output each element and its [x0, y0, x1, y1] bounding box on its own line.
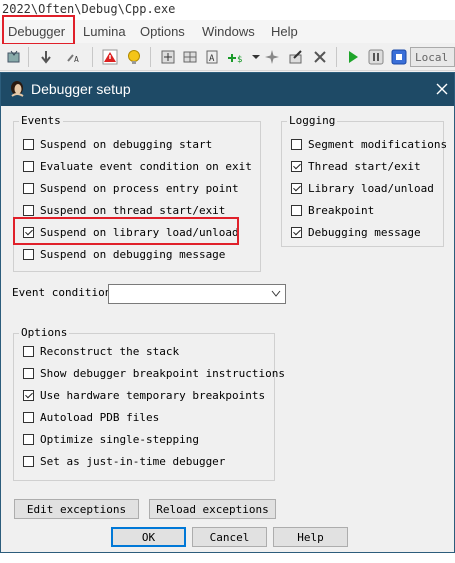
checkbox-box[interactable] — [23, 433, 34, 445]
down-arrow-icon[interactable] — [36, 47, 56, 67]
menu-options[interactable]: Options — [140, 24, 185, 39]
app-title: 2022\Often\Debug\Cpp.exe — [2, 2, 176, 16]
toolbar: A A $ — [0, 44, 455, 71]
suspend-entry-point-checkbox[interactable]: Suspend on process entry point — [23, 180, 239, 196]
logging-group-label: Logging — [287, 114, 338, 127]
add-breakpoint-icon[interactable] — [158, 47, 178, 67]
checkbox-box[interactable] — [291, 182, 302, 194]
toolbar-separator — [150, 47, 151, 67]
debugger-setup-dialog: Debugger setup Events Suspend on debuggi… — [0, 72, 455, 553]
toolbar-separator — [92, 47, 93, 67]
log-segment-checkbox[interactable]: Segment modifications — [291, 136, 447, 152]
log-debug-message-checkbox[interactable]: Debugging message — [291, 224, 421, 240]
reload-exceptions-button[interactable]: Reload exceptions — [149, 499, 276, 519]
checkbox-box[interactable] — [291, 204, 302, 216]
menu-windows[interactable]: Windows — [202, 24, 255, 39]
checkbox-box[interactable] — [23, 367, 34, 379]
svg-text:A: A — [209, 54, 215, 64]
autoload-pdb-checkbox[interactable]: Autoload PDB files — [23, 409, 159, 425]
menu-lumina[interactable]: Lumina — [83, 24, 126, 39]
dialog-title: Debugger setup — [31, 81, 131, 97]
log-thread-checkbox[interactable]: Thread start/exit — [291, 158, 421, 174]
text-icon[interactable]: A — [202, 47, 222, 67]
checkbox-box[interactable] — [23, 345, 34, 357]
pause-icon[interactable] — [366, 47, 386, 67]
dialog-title-bar: Debugger setup — [1, 73, 454, 106]
background-output-strip — [0, 553, 455, 563]
checkbox-box[interactable] — [23, 455, 34, 467]
events-group-label: Events — [19, 114, 63, 127]
event-condition-label: Event condition — [12, 286, 112, 299]
event-condition-select[interactable] — [108, 284, 286, 304]
grid-icon[interactable] — [180, 47, 200, 67]
chevron-down-icon — [271, 290, 281, 297]
step-into-icon[interactable] — [4, 47, 24, 67]
show-bp-instructions-checkbox[interactable]: Show debugger breakpoint instructions — [23, 365, 285, 381]
hardware-bp-checkbox[interactable]: Use hardware temporary breakpoints — [23, 387, 265, 403]
suspend-debug-message-checkbox[interactable]: Suspend on debugging message — [23, 246, 225, 262]
jit-debugger-checkbox[interactable]: Set as just-in-time debugger — [23, 453, 225, 469]
toolbar-separator — [28, 47, 29, 67]
checkbox-box[interactable] — [23, 160, 34, 172]
ok-button[interactable]: OK — [111, 527, 186, 547]
svg-text:A: A — [74, 55, 79, 64]
sparkle-icon[interactable] — [262, 47, 282, 67]
delete-icon[interactable] — [310, 47, 330, 67]
suspend-debug-start-checkbox[interactable]: Suspend on debugging start — [23, 136, 212, 152]
help-button[interactable]: Help — [273, 527, 348, 547]
menu-help[interactable]: Help — [271, 24, 298, 39]
toolbar-separator — [336, 47, 337, 67]
checkbox-box[interactable] — [23, 411, 34, 423]
checkbox-box[interactable] — [291, 138, 302, 150]
checkbox-box[interactable] — [291, 226, 302, 238]
stop-icon[interactable] — [389, 47, 409, 67]
debugger-menu-highlight — [2, 15, 75, 45]
log-library-checkbox[interactable]: Library load/unload — [291, 180, 434, 196]
checkbox-box[interactable] — [23, 182, 34, 194]
optimize-stepping-checkbox[interactable]: Optimize single-stepping — [23, 431, 199, 447]
run-to-cursor-icon[interactable]: A — [64, 47, 84, 67]
svg-text:$: $ — [237, 55, 242, 65]
reconstruct-stack-checkbox[interactable]: Reconstruct the stack — [23, 343, 179, 359]
checkbox-box[interactable] — [291, 160, 302, 172]
edit-exceptions-button[interactable]: Edit exceptions — [14, 499, 139, 519]
checkbox-box[interactable] — [23, 138, 34, 150]
evaluate-event-condition-checkbox[interactable]: Evaluate event condition on exit — [23, 158, 252, 174]
close-icon[interactable] — [433, 80, 451, 98]
suspend-thread-checkbox[interactable]: Suspend on thread start/exit — [23, 202, 225, 218]
log-breakpoint-checkbox[interactable]: Breakpoint — [291, 202, 374, 218]
checkbox-box[interactable] — [23, 389, 34, 401]
checkbox-box[interactable] — [23, 204, 34, 216]
add-watch-icon[interactable]: $ — [226, 47, 246, 67]
debugger-select[interactable]: Local W — [410, 47, 455, 67]
cancel-button[interactable]: Cancel — [192, 527, 267, 547]
breakpoint-warning-icon[interactable] — [100, 47, 120, 67]
edit-icon[interactable] — [286, 47, 306, 67]
play-icon[interactable] — [343, 47, 363, 67]
checkbox-box[interactable] — [23, 248, 34, 260]
options-group-label: Options — [19, 326, 70, 339]
ida-logo-icon — [11, 81, 24, 97]
library-option-highlight — [13, 217, 239, 245]
lightbulb-icon[interactable] — [124, 47, 144, 67]
